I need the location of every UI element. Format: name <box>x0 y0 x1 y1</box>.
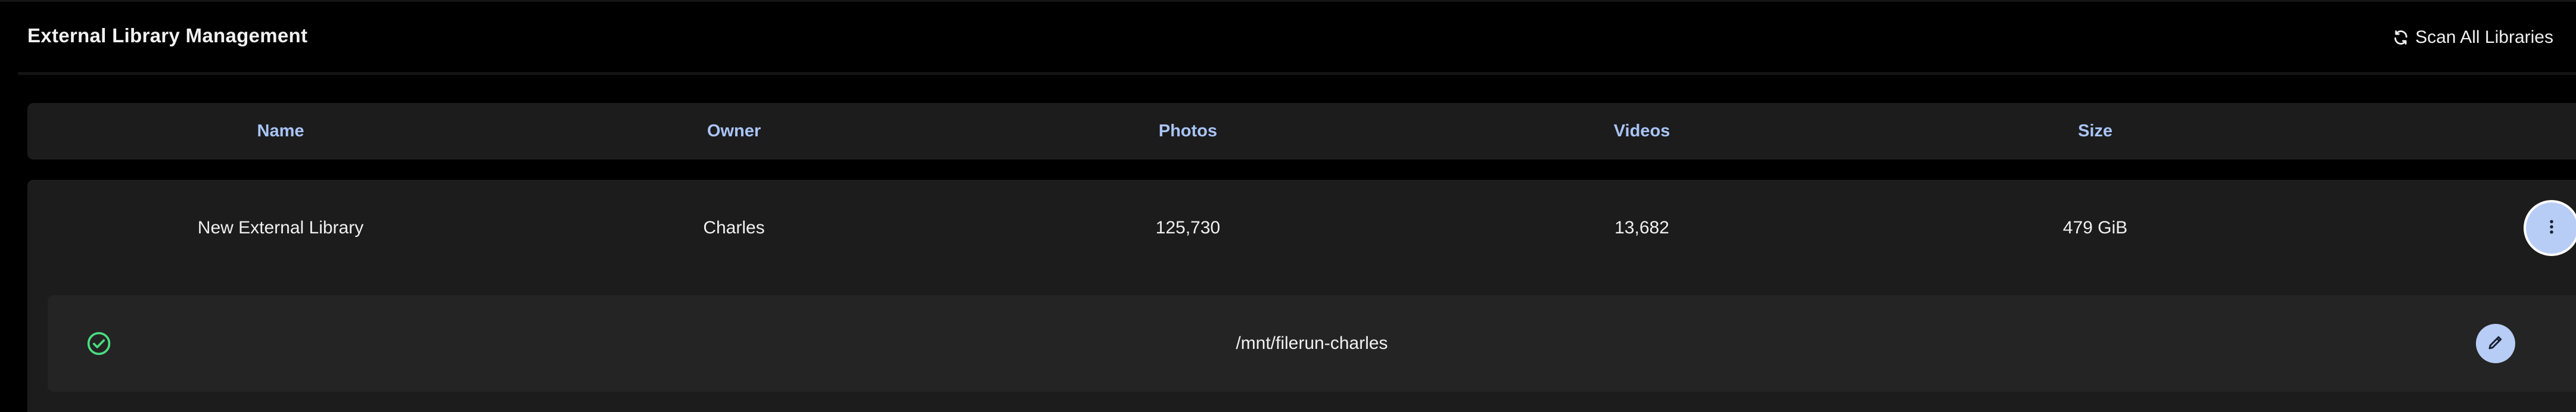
library-actions-menu-button[interactable] <box>2526 202 2576 254</box>
column-header-owner: Owner <box>707 121 761 141</box>
refresh-icon <box>2393 29 2409 46</box>
library-owner: Charles <box>703 218 765 238</box>
library-size: 479 GiB <box>2062 218 2128 238</box>
import-path-row: /mnt/filerun-charles <box>48 295 2576 392</box>
library-name: New External Library <box>197 218 364 238</box>
library-photos-count: 125,730 <box>1155 218 1221 238</box>
edit-import-path-button[interactable] <box>2476 324 2515 363</box>
page-header: External Library Management Scan All Lib… <box>0 2 2576 72</box>
column-header-name: Name <box>257 121 304 141</box>
table-row[interactable]: New External Library Charles 125,730 13,… <box>27 180 2576 276</box>
column-header-size: Size <box>2077 121 2113 141</box>
column-header-videos: Videos <box>1613 121 1670 141</box>
scan-all-libraries-button[interactable]: Scan All Libraries <box>2384 20 2562 55</box>
import-path-text: /mnt/filerun-charles <box>1236 333 1388 353</box>
table-header: Name Owner Photos Videos Size <box>27 103 2576 160</box>
more-vertical-icon <box>2543 218 2561 239</box>
pencil-icon <box>2487 333 2505 354</box>
external-library-page: External Library Management Scan All Lib… <box>0 0 2576 412</box>
library-paths-panel: /mnt/filerun-charles <box>27 276 2576 412</box>
scan-all-libraries-label: Scan All Libraries <box>2415 27 2553 47</box>
page-title: External Library Management <box>27 24 308 46</box>
library-videos-count: 13,682 <box>1614 218 1669 238</box>
header-divider <box>18 72 2576 75</box>
column-header-photos: Photos <box>1158 121 1218 141</box>
